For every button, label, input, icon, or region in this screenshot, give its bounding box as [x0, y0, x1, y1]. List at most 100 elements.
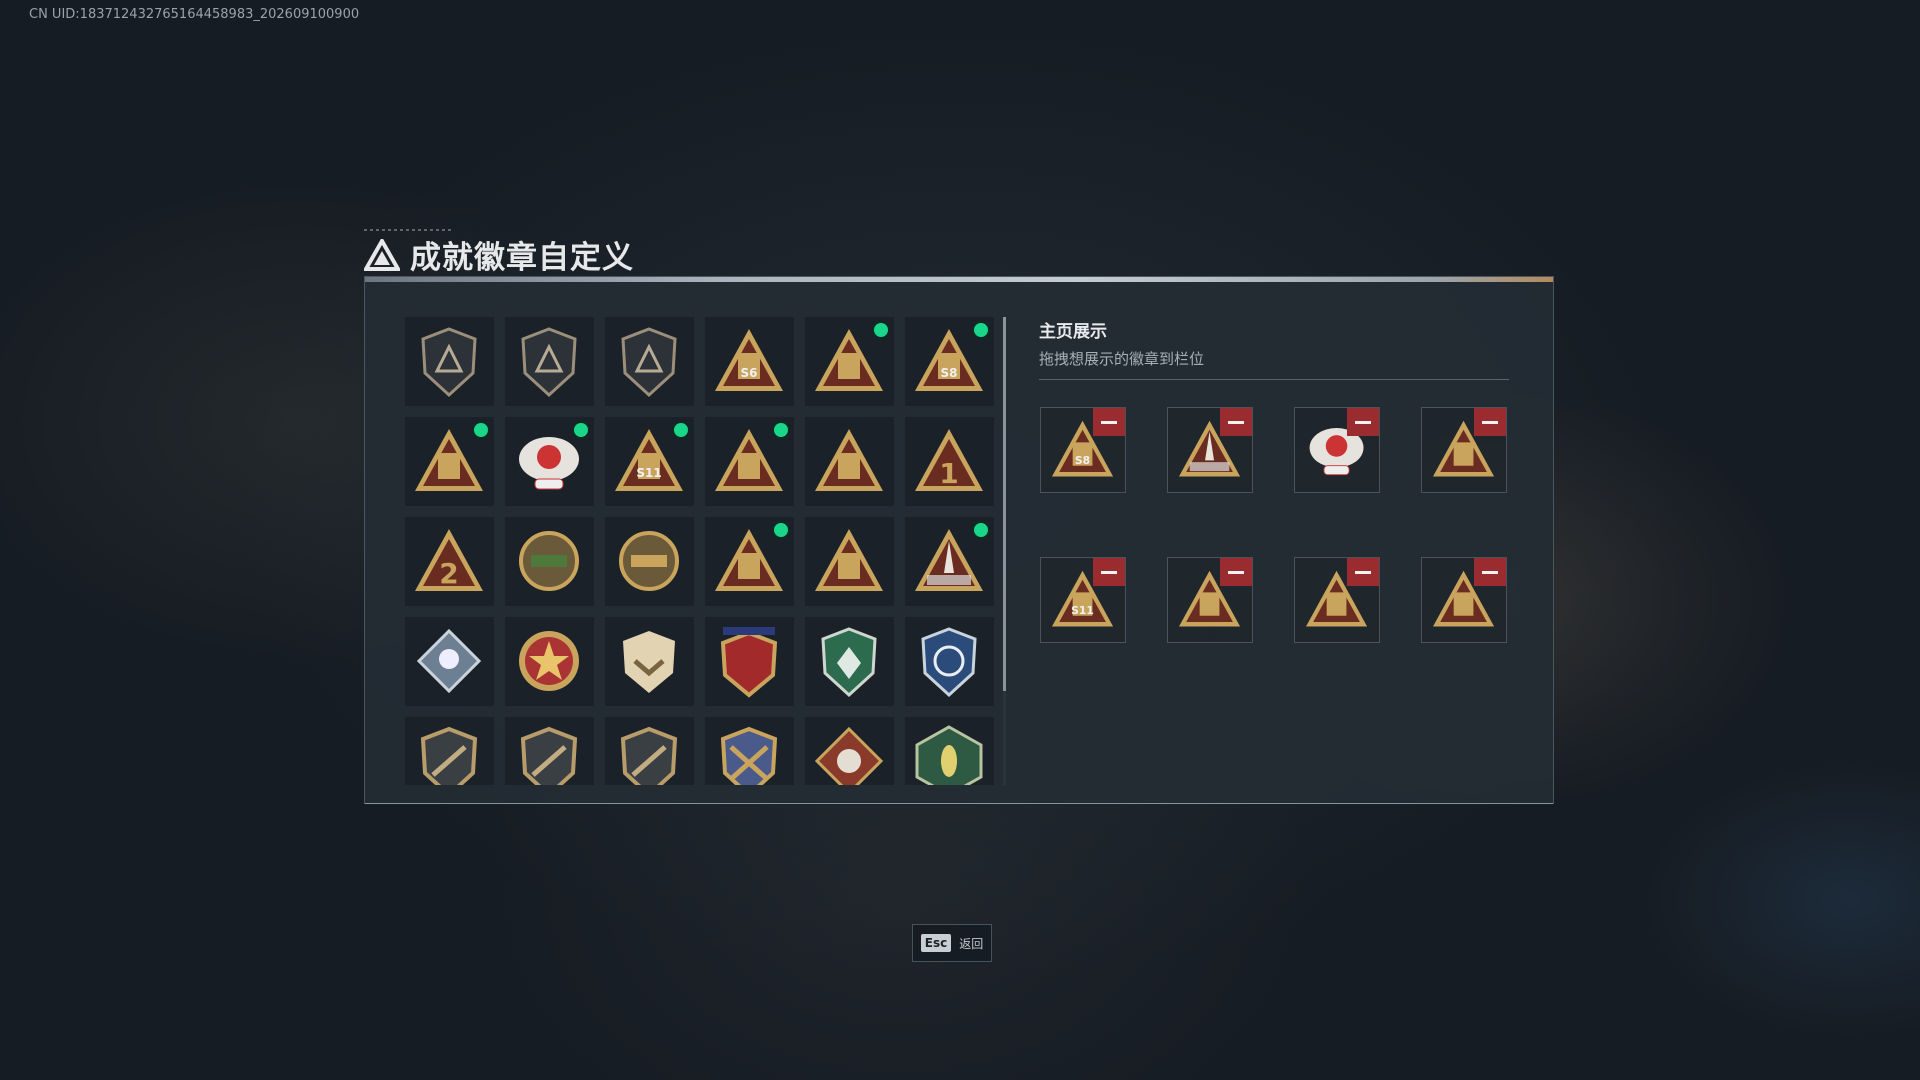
badge-grid-scrollbar[interactable] [1003, 317, 1006, 785]
gold-triangle-dove-icon [815, 429, 883, 491]
badge-cell[interactable] [705, 617, 794, 706]
new-badge-dot [774, 523, 788, 537]
badge-cell[interactable] [405, 317, 494, 406]
badge-text: 1 [939, 457, 958, 490]
showcase-header: 主页展示 拖拽想展示的徽章到栏位 [1039, 317, 1509, 380]
badge-cell[interactable] [405, 717, 494, 785]
badge-cell[interactable] [905, 617, 994, 706]
showcase-slot[interactable] [1167, 407, 1253, 493]
wings-shield-icon [621, 327, 677, 398]
badge-cell[interactable] [805, 517, 894, 606]
esc-key-hint: Esc [920, 934, 952, 952]
wolf-diamond-icon [814, 726, 884, 785]
badge-text: S8 [1075, 454, 1090, 467]
badge-text: S11 [1071, 604, 1094, 617]
star-medal-icon [519, 631, 579, 691]
showcase-slot[interactable]: S11 [1040, 557, 1126, 643]
badge-cell[interactable]: 2 [405, 517, 494, 606]
sniper-shield-icon [921, 627, 977, 698]
badge-cell[interactable] [405, 617, 494, 706]
badge-cell[interactable] [905, 517, 994, 606]
badge-cell[interactable] [405, 417, 494, 506]
triangle-shield-icon [421, 327, 477, 398]
gold-triangle-rank-1-icon: 1 [915, 429, 983, 491]
gold-triangle-rank-2-icon: 2 [415, 529, 483, 591]
showcase-slot[interactable]: S8 [1040, 407, 1126, 493]
new-badge-dot [674, 423, 688, 437]
badge-cell[interactable] [505, 717, 594, 785]
gold-triangle-s6-icon: S6 [715, 329, 783, 391]
badge-cell[interactable] [605, 317, 694, 406]
badge-cell[interactable] [705, 717, 794, 785]
back-button[interactable]: Esc 返回 [912, 924, 992, 962]
remove-button[interactable] [1093, 408, 1125, 436]
rifle-badge-icon [620, 726, 678, 785]
badge-cell[interactable] [805, 717, 894, 785]
badge-grid: S6 S8 S11 1 2 [405, 317, 999, 785]
badge-text: S6 [741, 366, 758, 380]
uid-text: CN UID:183712432765164458983_20260910090… [29, 7, 360, 22]
crocodile-emblem-icon [519, 531, 579, 591]
panel-bottom-line [365, 803, 1553, 804]
badge-cell[interactable] [805, 417, 894, 506]
badge-cell[interactable] [805, 617, 894, 706]
showcase-slot[interactable] [1167, 557, 1253, 643]
new-badge-dot [974, 323, 988, 337]
badge-cell[interactable] [505, 617, 594, 706]
remove-button[interactable] [1347, 558, 1379, 586]
badge-cell[interactable] [505, 417, 594, 506]
scrollbar-thumb[interactable] [1003, 317, 1006, 691]
remove-button[interactable] [1474, 558, 1506, 586]
crossed-guns-shield-icon [720, 726, 778, 785]
showcase-slot[interactable] [1421, 557, 1507, 643]
badge-grid-viewport[interactable]: S6 S8 S11 1 2 [405, 317, 999, 785]
remove-button[interactable] [1474, 408, 1506, 436]
round-emblem-icon [619, 531, 679, 591]
badge-cell[interactable]: 1 [905, 417, 994, 506]
gold-triangle-beasts-icon [815, 529, 883, 591]
badge-cell[interactable] [605, 517, 694, 606]
badge-cell[interactable]: S11 [605, 417, 694, 506]
back-label: 返回 [959, 936, 984, 951]
badge-cell[interactable] [505, 317, 594, 406]
green-shield-icon [821, 627, 877, 698]
showcase-subtitle: 拖拽想展示的徽章到栏位 [1039, 350, 1205, 368]
new-badge-dot [974, 523, 988, 537]
remove-button[interactable] [1220, 408, 1252, 436]
badge-panel: S6 S8 S11 1 2 主页展示 拖拽想展示的徽章到栏位 S8 S11 [364, 276, 1554, 804]
title-decoration [364, 229, 454, 231]
showcase-slots: S8 S11 [1040, 407, 1507, 643]
crown-shield-icon [720, 627, 778, 698]
badge-cell[interactable] [605, 617, 694, 706]
badge-text: S8 [941, 366, 958, 380]
remove-button[interactable] [1093, 558, 1125, 586]
new-badge-dot [774, 423, 788, 437]
new-badge-dot [474, 423, 488, 437]
badge-cell[interactable] [705, 517, 794, 606]
badge-text: S11 [636, 466, 661, 480]
showcase-title: 主页展示 [1039, 322, 1107, 342]
badge-cell[interactable] [805, 317, 894, 406]
showcase-divider [1039, 379, 1509, 380]
showcase-slot[interactable] [1421, 407, 1507, 493]
remove-button[interactable] [1347, 408, 1379, 436]
remove-button[interactable] [1220, 558, 1252, 586]
rifle-badge-icon [520, 726, 578, 785]
game-logo-icon [364, 238, 400, 271]
badge-cell[interactable] [705, 417, 794, 506]
badge-text: 2 [439, 557, 458, 590]
page-header: 成就徽章自定义 [364, 232, 634, 277]
showcase-slot[interactable] [1294, 557, 1380, 643]
badge-cell[interactable] [605, 717, 694, 785]
shield-chevron-icon [623, 631, 675, 693]
badge-cell[interactable] [905, 717, 994, 785]
panel-top-bar [365, 277, 1553, 282]
badge-cell[interactable]: S8 [905, 317, 994, 406]
badge-cell[interactable]: S6 [705, 317, 794, 406]
new-badge-dot [874, 323, 888, 337]
rifle-badge-icon [420, 726, 478, 785]
showcase-slot[interactable] [1294, 407, 1380, 493]
new-badge-dot [574, 423, 588, 437]
badge-cell[interactable] [505, 517, 594, 606]
page-title: 成就徽章自定义 [410, 240, 634, 276]
